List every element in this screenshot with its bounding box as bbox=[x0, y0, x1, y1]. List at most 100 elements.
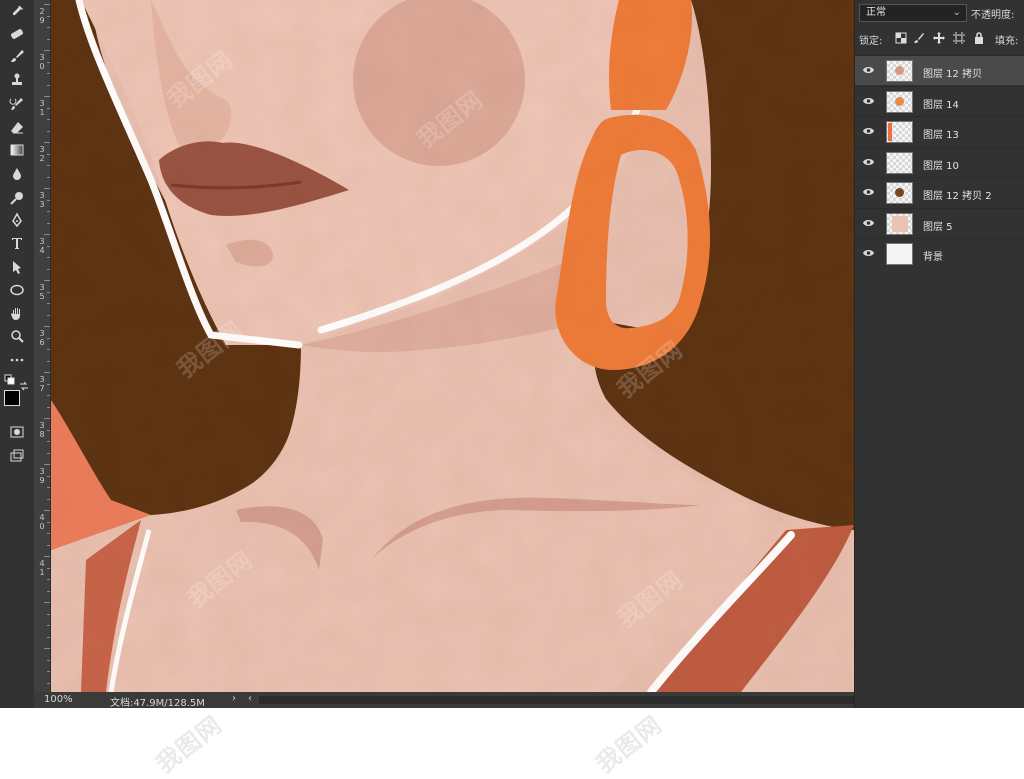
ruler-tick-mark bbox=[47, 395, 50, 396]
ruler-tick-mark bbox=[47, 660, 50, 661]
ruler-tick-mark bbox=[47, 315, 50, 316]
ruler-tick-label: 4 bbox=[39, 246, 45, 255]
layer-row[interactable]: 背景 bbox=[855, 238, 1024, 268]
ruler-tick-mark bbox=[47, 453, 50, 454]
ruler-tick-mark bbox=[47, 119, 50, 120]
foreground-color-swatch[interactable] bbox=[4, 390, 20, 406]
lock-row: 锁定: 填充: bbox=[859, 30, 1024, 48]
pen-icon[interactable] bbox=[7, 210, 27, 230]
layer-row[interactable]: 图层 5 bbox=[855, 207, 1024, 238]
layer-name: 图层 13 bbox=[923, 130, 959, 141]
visibility-eye-icon[interactable] bbox=[862, 187, 875, 197]
visibility-eye-icon[interactable] bbox=[862, 218, 875, 228]
ruler-tick-mark bbox=[47, 303, 50, 304]
zoom-icon[interactable] bbox=[7, 326, 27, 346]
ruler-tick-mark bbox=[47, 269, 50, 270]
stamp-icon[interactable] bbox=[7, 70, 27, 90]
layer-name: 图层 12 拷贝 2 bbox=[923, 191, 992, 202]
ruler-tick-mark bbox=[47, 384, 50, 385]
scroll-left-arrow[interactable]: ‹ bbox=[248, 693, 252, 704]
ruler-tick-mark bbox=[44, 96, 50, 97]
lock-all-icon[interactable] bbox=[973, 32, 985, 44]
lock-position-icon[interactable] bbox=[933, 32, 945, 44]
healing-icon[interactable] bbox=[7, 24, 27, 44]
layer-thumbnail bbox=[886, 90, 913, 113]
ruler-tick-mark bbox=[44, 602, 50, 603]
ruler-tick-label: 7 bbox=[39, 384, 45, 393]
ruler-tick-label: 6 bbox=[39, 338, 45, 347]
lock-pixels-icon[interactable] bbox=[913, 32, 925, 44]
texture-overlay bbox=[51, 0, 854, 692]
photoshop-window: 29303132333435363738394041 100% 文档:47.9M… bbox=[0, 0, 1024, 709]
ruler-tick-label: 3 bbox=[39, 283, 45, 292]
visibility-eye-icon[interactable] bbox=[862, 126, 875, 136]
ellipse-icon[interactable] bbox=[7, 280, 27, 300]
visibility-eye-icon[interactable] bbox=[862, 248, 875, 258]
ruler-tick-label: 3 bbox=[39, 375, 45, 384]
ruler-tick-mark bbox=[44, 372, 50, 373]
lock-transparent-icon[interactable] bbox=[895, 32, 907, 44]
status-menu-arrow[interactable]: › bbox=[232, 693, 236, 704]
more-icon[interactable] bbox=[7, 350, 27, 370]
layer-name: 背景 bbox=[923, 252, 943, 263]
brush-icon[interactable] bbox=[7, 46, 27, 66]
ruler-tick-mark bbox=[47, 361, 50, 362]
ruler-tick-label: 9 bbox=[39, 16, 45, 25]
ruler-tick-mark bbox=[44, 648, 50, 649]
ruler-tick-mark bbox=[44, 418, 50, 419]
ruler-tick-label: 4 bbox=[39, 513, 45, 522]
ruler-tick-mark bbox=[47, 476, 50, 477]
ruler-tick-label: 3 bbox=[39, 145, 45, 154]
ruler-tick-mark bbox=[47, 614, 50, 615]
ruler-tick-label: 3 bbox=[39, 421, 45, 430]
history-brush-icon[interactable] bbox=[7, 94, 27, 114]
visibility-eye-icon[interactable] bbox=[862, 157, 875, 167]
layer-row[interactable]: 图层 12 拷贝 2 bbox=[855, 177, 1024, 207]
swap-colors-icon[interactable] bbox=[19, 376, 29, 391]
ruler-tick-mark bbox=[47, 671, 50, 672]
ruler-tick-mark bbox=[47, 211, 50, 212]
dodge-icon[interactable] bbox=[7, 188, 27, 208]
ruler-tick-mark bbox=[47, 430, 50, 431]
ruler-tick-label: 3 bbox=[39, 191, 45, 200]
eraser-icon[interactable] bbox=[7, 118, 27, 138]
zoom-level[interactable]: 100% bbox=[44, 694, 73, 705]
ruler-tick-mark bbox=[44, 234, 50, 235]
visibility-eye-icon[interactable] bbox=[862, 65, 875, 75]
ruler-tick-mark bbox=[47, 165, 50, 166]
blur-icon[interactable] bbox=[7, 164, 27, 184]
canvas[interactable]: 我图网 我图网 我图网 我图网 我图网 我图网 bbox=[51, 0, 854, 692]
ruler-tick-mark bbox=[47, 177, 50, 178]
layer-row[interactable]: 图层 12 拷贝 bbox=[855, 55, 1024, 85]
layer-name: 图层 14 bbox=[923, 99, 959, 111]
eyedropper-icon[interactable] bbox=[7, 2, 27, 22]
quick-mask-icon[interactable] bbox=[7, 422, 27, 442]
horizontal-scrollbar[interactable] bbox=[259, 696, 854, 704]
layer-row[interactable]: 图层 13 bbox=[855, 116, 1024, 146]
gradient-icon[interactable] bbox=[7, 140, 27, 160]
hand-icon[interactable] bbox=[7, 303, 27, 323]
ruler-tick-mark bbox=[47, 39, 50, 40]
path-select-icon[interactable] bbox=[7, 257, 27, 277]
ruler-tick-label: 0 bbox=[39, 62, 45, 71]
layer-name: 图层 10 bbox=[923, 160, 959, 172]
layers-panel: 正常 ⌄ 不透明度: 锁定: 填充: 图层 12 拷贝 图层 14 图层 13 图层 … bbox=[854, 0, 1024, 708]
type-icon[interactable] bbox=[7, 233, 27, 253]
artwork bbox=[51, 0, 854, 692]
visibility-eye-icon[interactable] bbox=[862, 96, 875, 106]
ruler-tick-label: 3 bbox=[39, 329, 45, 338]
opacity-label: 不透明度: bbox=[971, 10, 1015, 21]
ruler-tick-label: 2 bbox=[39, 154, 45, 163]
layer-name: 图层 12 拷贝 bbox=[923, 69, 983, 80]
layer-row[interactable]: 图层 14 bbox=[855, 85, 1024, 116]
ruler-tick-mark bbox=[47, 499, 50, 500]
ruler-tick-label: 8 bbox=[39, 430, 45, 439]
ruler-tick-mark bbox=[47, 407, 50, 408]
blend-mode-select[interactable]: 正常 ⌄ bbox=[859, 4, 967, 22]
layer-row[interactable]: 图层 10 bbox=[855, 146, 1024, 177]
ruler-tick-mark bbox=[47, 108, 50, 109]
screen-mode-icon[interactable] bbox=[7, 446, 27, 466]
ruler-tick-mark bbox=[44, 326, 50, 327]
lock-artboard-icon[interactable] bbox=[953, 32, 965, 44]
ruler-tick-mark bbox=[47, 349, 50, 350]
